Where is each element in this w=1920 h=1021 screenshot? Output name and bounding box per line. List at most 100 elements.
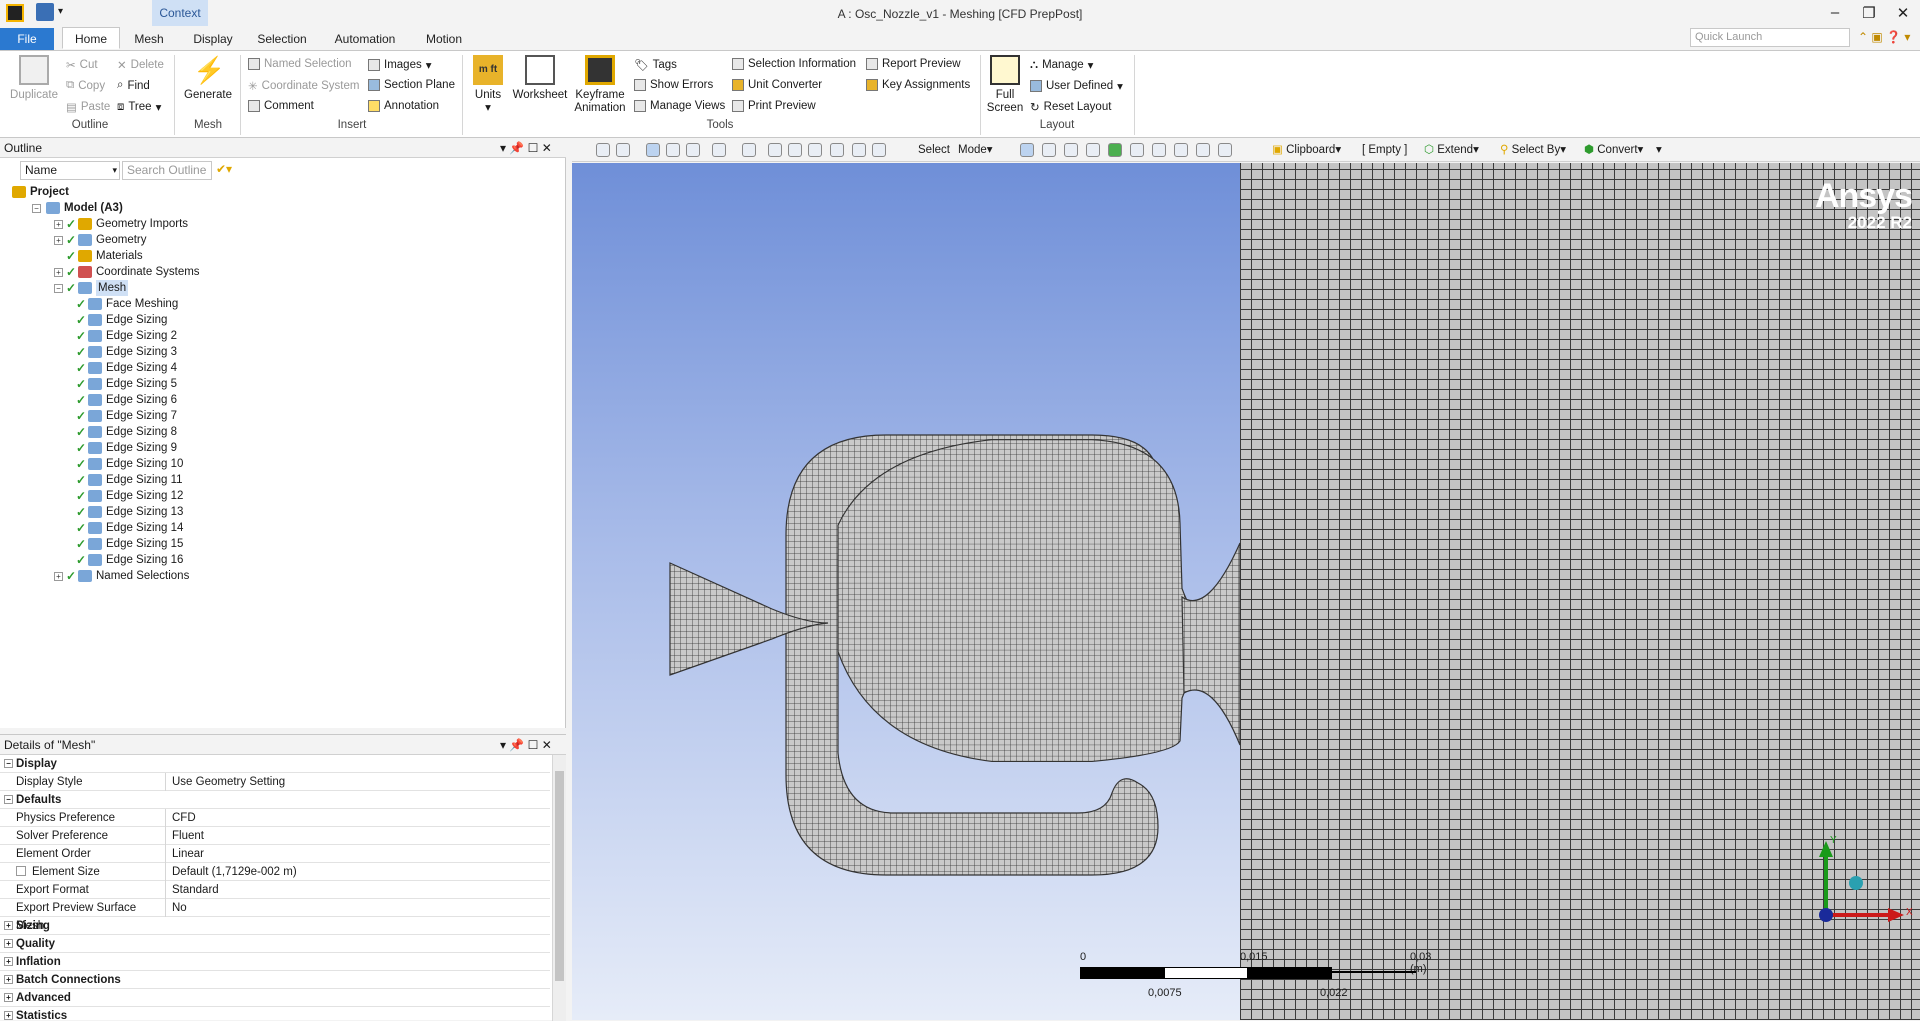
tree-item[interactable]: ✓ Edge Sizing 12: [76, 488, 183, 504]
clipboard-dropdown[interactable]: ▣ Clipboard▾: [1272, 142, 1341, 158]
minimize-button[interactable]: –: [1825, 4, 1845, 21]
tab-mesh[interactable]: Mesh: [126, 28, 172, 50]
expand-toggle-icon[interactable]: +: [54, 571, 63, 581]
tab-home[interactable]: Home: [62, 27, 120, 49]
tree-item[interactable]: ✓ Edge Sizing 14: [76, 520, 183, 536]
magnifier-icon[interactable]: [852, 143, 866, 157]
zoom-in-icon[interactable]: [596, 143, 610, 157]
zoom-out-icon[interactable]: [616, 143, 630, 157]
tree-item[interactable]: ✓ Edge Sizing 7: [76, 408, 177, 424]
select-button[interactable]: Select: [918, 142, 950, 158]
property-value[interactable]: Default (1,7129e-002 m): [172, 863, 297, 881]
manage-views-button[interactable]: Manage Views: [634, 100, 725, 112]
zoom-previous-icon[interactable]: [872, 143, 886, 157]
tree-item[interactable]: ✓ Edge Sizing 15: [76, 536, 183, 552]
tab-motion[interactable]: Motion: [416, 28, 472, 50]
details-scrollbar[interactable]: [552, 755, 566, 1021]
details-property-row[interactable]: Display Style Use Geometry Setting: [0, 773, 550, 791]
rotate-icon[interactable]: [742, 143, 756, 157]
zoom-icon[interactable]: [788, 143, 802, 157]
copy-button[interactable]: ⧉ Copy: [66, 79, 105, 92]
details-section[interactable]: + Sizing: [0, 917, 550, 935]
section-toggle-icon[interactable]: +: [4, 957, 13, 966]
duplicate-button[interactable]: Duplicate: [6, 55, 62, 102]
toolbar-overflow-icon[interactable]: ▾: [1656, 142, 1662, 158]
keyframe-animation-button[interactable]: Keyframe Animation: [572, 55, 628, 115]
tab-selection[interactable]: Selection: [250, 28, 314, 50]
tree-item[interactable]: ✓ Edge Sizing 10: [76, 456, 183, 472]
tree-item[interactable]: ✓ Edge Sizing 11: [76, 472, 183, 488]
section-toggle-icon[interactable]: −: [4, 795, 13, 804]
section-toggle-icon[interactable]: +: [4, 993, 13, 1002]
expand-toggle-icon[interactable]: −: [32, 203, 41, 213]
details-property-row[interactable]: Solver Preference Fluent: [0, 827, 550, 845]
close-button[interactable]: ✕: [1893, 4, 1913, 22]
property-value[interactable]: CFD: [172, 809, 196, 827]
report-preview-button[interactable]: Report Preview: [866, 58, 961, 70]
explode-icon[interactable]: [712, 143, 726, 157]
full-screen-button[interactable]: Full Screen: [984, 55, 1026, 115]
wireframe-view-icon[interactable]: [666, 143, 680, 157]
generate-mesh-button[interactable]: ⚡ Generate: [180, 55, 236, 102]
tree-item[interactable]: + ✓ Geometry Imports: [54, 216, 188, 232]
tree-item[interactable]: ✓ Edge Sizing 3: [76, 344, 177, 360]
worksheet-button[interactable]: Worksheet: [510, 55, 570, 102]
details-panel-controls[interactable]: ▾ 📌 ☐ ✕: [500, 735, 552, 755]
select-element-face-icon[interactable]: [1152, 143, 1166, 157]
show-errors-button[interactable]: Show Errors: [634, 79, 713, 91]
property-value[interactable]: Standard: [172, 881, 219, 899]
tree-item[interactable]: ✓ Edge Sizing 6: [76, 392, 177, 408]
details-section[interactable]: − Defaults: [0, 791, 550, 809]
zoom-to-fit-icon[interactable]: [830, 143, 844, 157]
extend-dropdown[interactable]: ⬡ Extend▾: [1424, 142, 1479, 158]
help-icons[interactable]: ⌃ ▣ ❓ ▾: [1858, 30, 1910, 44]
property-value[interactable]: Linear: [172, 845, 204, 863]
comment-button[interactable]: Comment: [248, 100, 314, 112]
outline-search-input[interactable]: Search Outline: [122, 161, 212, 180]
details-section[interactable]: + Quality: [0, 935, 550, 953]
mode-dropdown[interactable]: Mode▾: [958, 142, 993, 158]
tree-item[interactable]: ✓ Edge Sizing 2: [76, 328, 177, 344]
shaded-view-icon[interactable]: [646, 143, 660, 157]
tree-item[interactable]: ✓ Edge Sizing 4: [76, 360, 177, 376]
details-section[interactable]: − Display: [0, 755, 550, 773]
select-element-icon[interactable]: [1130, 143, 1144, 157]
images-button[interactable]: Images ▾: [368, 58, 432, 72]
edges-view-icon[interactable]: [686, 143, 700, 157]
graphics-viewport[interactable]: Ansys 2022 R2 0 0,015 0,03 (m) 0,0075 0,…: [572, 163, 1920, 1020]
section-toggle-icon[interactable]: +: [4, 939, 13, 948]
details-property-row[interactable]: Export Format Standard: [0, 881, 550, 899]
tree-item[interactable]: Project: [10, 184, 69, 200]
delete-button[interactable]: ✕ Delete: [117, 58, 164, 72]
pan-icon[interactable]: [768, 143, 782, 157]
select-mode-icon[interactable]: [1196, 143, 1210, 157]
tree-item[interactable]: ✓ Edge Sizing 9: [76, 440, 177, 456]
tab-file[interactable]: File: [0, 28, 54, 50]
convert-dropdown[interactable]: ⬢ Convert▾: [1584, 142, 1643, 158]
select-all-icon[interactable]: [1218, 143, 1232, 157]
reset-layout-button[interactable]: ↻ Reset Layout: [1030, 100, 1111, 114]
find-button[interactable]: ⌕ Find: [117, 79, 150, 92]
user-defined-button[interactable]: User Defined ▾: [1030, 79, 1123, 93]
tree-item[interactable]: ✓ Edge Sizing 13: [76, 504, 183, 520]
section-toggle-icon[interactable]: −: [4, 759, 13, 768]
section-toggle-icon[interactable]: +: [4, 1011, 13, 1020]
select-edge-icon[interactable]: [1042, 143, 1056, 157]
restore-button[interactable]: ❐: [1859, 4, 1879, 22]
details-property-row[interactable]: Element Size Default (1,7129e-002 m): [0, 863, 550, 881]
details-section[interactable]: + Advanced: [0, 989, 550, 1007]
select-vertex-icon[interactable]: [1020, 143, 1034, 157]
details-property-row[interactable]: Export Preview Surface Mesh No: [0, 899, 550, 932]
select-by-dropdown[interactable]: ⚲ Select By▾: [1500, 142, 1566, 158]
cut-button[interactable]: ✂ Cut: [66, 58, 98, 72]
expand-toggle-icon[interactable]: −: [54, 283, 63, 293]
tree-item[interactable]: + ✓ Geometry: [54, 232, 147, 248]
tree-button[interactable]: ⧈ Tree ▾: [117, 100, 161, 115]
annotation-button[interactable]: Annotation: [368, 100, 439, 112]
print-preview-button[interactable]: Print Preview: [732, 100, 816, 112]
section-toggle-icon[interactable]: +: [4, 921, 13, 930]
tags-button[interactable]: 🏷 Tags: [634, 58, 677, 72]
paste-button[interactable]: ▤ Paste: [66, 100, 110, 114]
tree-item[interactable]: ✓ Materials: [54, 248, 143, 264]
expand-toggle-icon[interactable]: +: [54, 235, 63, 245]
